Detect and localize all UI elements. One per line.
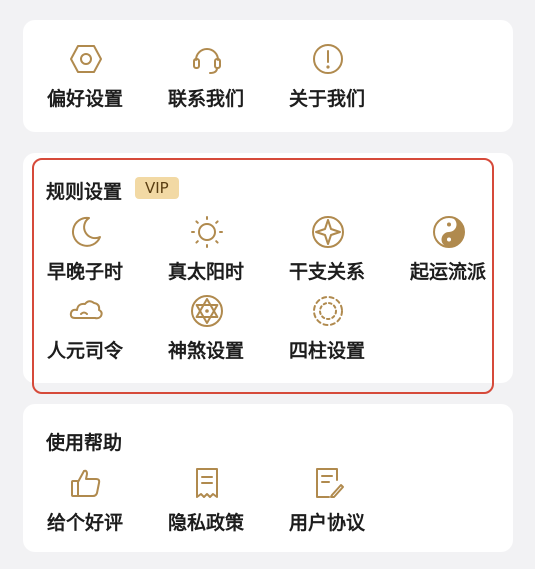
item-label: 用户协议: [288, 512, 365, 534]
item-label: 偏好设置: [46, 88, 123, 110]
info-circle-icon: [311, 42, 345, 76]
item-label: 关于我们: [288, 88, 365, 110]
item-label: 早晚子时: [46, 261, 123, 283]
contact-us-button[interactable]: 联系我们: [156, 42, 256, 110]
receipt-icon: [190, 466, 224, 500]
privacy-policy-button[interactable]: 隐私政策: [156, 466, 256, 534]
about-us-button[interactable]: 关于我们: [277, 42, 377, 110]
ren-yuan-si-ling-button[interactable]: 人元司令: [35, 294, 135, 362]
section-title: 规则设置: [46, 181, 123, 203]
item-label: 真太阳时: [167, 261, 244, 283]
help-card: 使用帮助 给个好评 隐私政策 用户协议: [23, 404, 513, 552]
item-label: 隐私政策: [167, 512, 244, 534]
gear-hexagon-icon: [69, 42, 103, 76]
headset-icon: [190, 42, 224, 76]
item-label: 四柱设置: [288, 340, 365, 362]
general-settings-card: 偏好设置 联系我们 关于我们: [23, 20, 513, 132]
item-label: 联系我们: [167, 88, 244, 110]
preference-settings-button[interactable]: 偏好设置: [35, 42, 135, 110]
true-solar-time-button[interactable]: 真太阳时: [156, 215, 256, 283]
document-edit-icon: [311, 466, 345, 500]
user-agreement-button[interactable]: 用户协议: [277, 466, 377, 534]
shen-sha-settings-button[interactable]: 神煞设置: [156, 294, 256, 362]
thumbs-up-icon: [69, 466, 103, 500]
item-label: 给个好评: [46, 512, 123, 534]
dashed-circle-icon: [311, 294, 345, 328]
yin-yang-icon: [432, 215, 466, 249]
hexagram-icon: [190, 294, 224, 328]
cloud-icon: [69, 294, 103, 328]
four-pillars-settings-button[interactable]: 四柱设置: [277, 294, 377, 362]
luck-start-school-button[interactable]: 起运流派: [398, 215, 498, 283]
item-label: 人元司令: [46, 340, 123, 362]
rules-settings-card: 规则设置 VIP 早晚子时 真太阳时 干支关系 起运流派 人元司令 神煞设置 四…: [23, 153, 513, 383]
sun-icon: [190, 215, 224, 249]
item-label: 起运流派: [409, 261, 486, 283]
rate-app-button[interactable]: 给个好评: [35, 466, 135, 534]
crescent-moon-icon: [69, 215, 103, 249]
vip-badge: VIP: [135, 177, 179, 199]
early-late-zi-hour-button[interactable]: 早晚子时: [35, 215, 135, 283]
compass-star-icon: [311, 215, 345, 249]
item-label: 神煞设置: [167, 340, 244, 362]
stem-branch-relations-button[interactable]: 干支关系: [277, 215, 377, 283]
item-label: 干支关系: [288, 261, 365, 283]
section-title: 使用帮助: [46, 432, 123, 454]
